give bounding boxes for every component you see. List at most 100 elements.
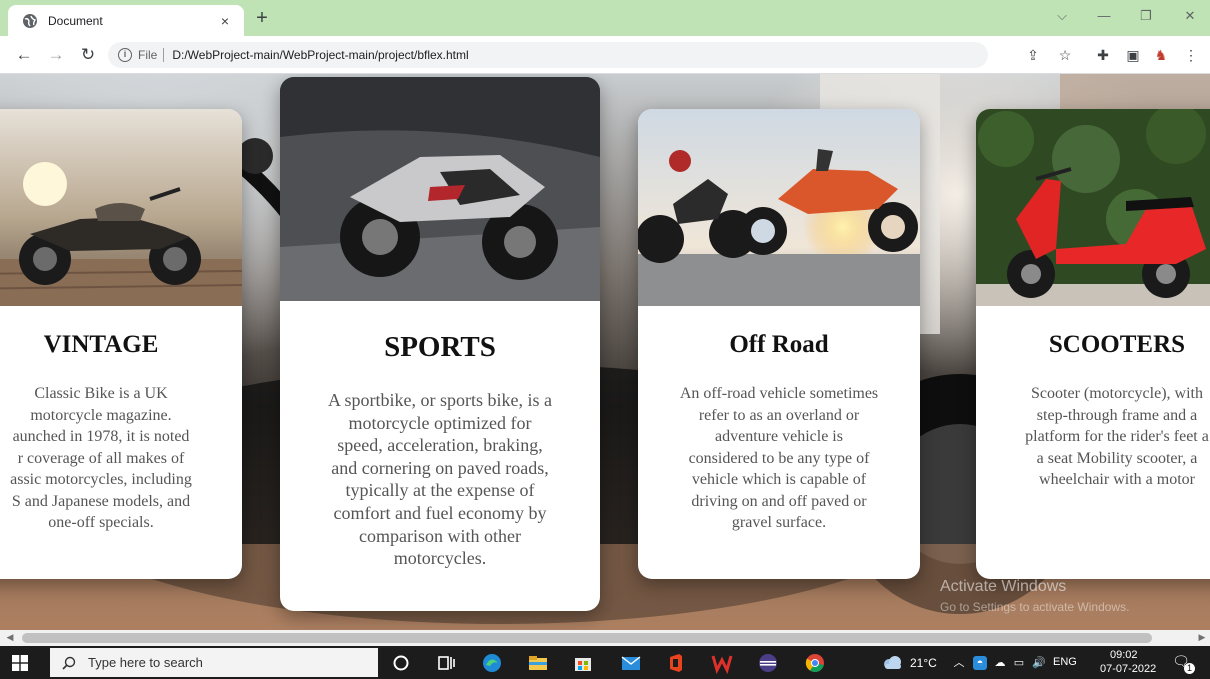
card-text-line: Scooter (motorcycle), with: [1031, 385, 1203, 402]
card-description: Classic Bike is a UK motorcycle magazine…: [0, 383, 242, 534]
card-text-line: assic motorcycles, including: [10, 471, 192, 488]
search-placeholder: Type here to search: [88, 655, 203, 670]
microsoft-store-icon[interactable]: [572, 652, 594, 674]
scroll-right-icon[interactable]: ▶: [1196, 632, 1208, 643]
wps-office-icon[interactable]: [711, 652, 733, 674]
activate-windows-title: Activate Windows: [940, 578, 1067, 595]
card-text-line: aunched in 1978, it is noted: [12, 428, 190, 445]
back-arrow-icon[interactable]: ←: [14, 45, 34, 65]
scrollbar-thumb[interactable]: [22, 633, 1152, 643]
card-text-line: considered to be any type of: [688, 449, 870, 467]
card-text-line: refer to as an overland or: [698, 406, 860, 424]
card-text-line: a seat Mobility scooter, a: [1036, 449, 1198, 467]
scooter-image: [976, 109, 1210, 306]
extensions-puzzle-icon[interactable]: ✚: [1094, 46, 1112, 64]
file-explorer-icon[interactable]: [527, 652, 549, 674]
card-text-line: An off-road vehicle sometimes: [679, 385, 879, 402]
volume-icon[interactable]: 🔊: [1032, 656, 1046, 670]
card-title: SPORTS: [384, 331, 496, 363]
network-app-icon[interactable]: ◓: [973, 656, 987, 670]
new-tab-button[interactable]: +: [252, 8, 272, 28]
tab-close-icon[interactable]: ×: [216, 13, 234, 29]
clock-date[interactable]: 07-07-2022: [1100, 663, 1156, 675]
card-text-line: step-through frame and a: [1036, 406, 1198, 424]
side-panel-icon[interactable]: ▣: [1124, 46, 1142, 64]
vintage-bike-image: [0, 109, 242, 306]
mail-icon[interactable]: [620, 652, 642, 674]
url-scheme: File: [138, 48, 158, 62]
url-separator: [163, 48, 165, 62]
card-title: Off Road: [729, 331, 829, 358]
windows-start-icon[interactable]: [12, 655, 28, 671]
reload-icon[interactable]: ↻: [78, 45, 98, 65]
url-text[interactable]: D:/WebProject-main/WebProject-main/proje…: [172, 48, 468, 62]
card-sports[interactable]: SPORTS A sportbike, or sports bike, is a…: [280, 77, 600, 611]
tab-title: Document: [48, 13, 103, 28]
card-text-line: Classic Bike is a UK: [34, 385, 168, 402]
card-description: A sportbike, or sports bike, is a motorc…: [280, 389, 600, 570]
edge-browser-icon[interactable]: [481, 652, 503, 674]
menu-kebab-icon[interactable]: ⋮: [1182, 46, 1200, 64]
card-text-line: motorcycles.: [393, 548, 487, 569]
browser-tab[interactable]: Document ×: [8, 5, 244, 36]
scroll-left-icon[interactable]: ◀: [4, 632, 16, 643]
card-text-line: vehicle which is capable of: [691, 471, 867, 488]
card-text-line: S and Japanese models, and: [11, 492, 191, 510]
page-viewport: VINTAGE Classic Bike is a UK motorcycle …: [0, 74, 1210, 630]
globe-icon: [23, 13, 37, 28]
close-window-icon[interactable]: ✕: [1180, 8, 1200, 24]
card-text-line: wheelchair with a motor: [1039, 471, 1195, 488]
off-road-bikes-image: [638, 109, 920, 306]
card-title: VINTAGE: [43, 331, 159, 358]
weather-cloud-icon[interactable]: [880, 653, 904, 673]
office-icon[interactable]: [665, 652, 687, 674]
minimize-icon[interactable]: —: [1094, 8, 1114, 23]
weather-temperature[interactable]: 21°C: [910, 656, 937, 670]
task-view-icon[interactable]: [435, 652, 457, 674]
network-monitor-icon[interactable]: ▭: [1012, 656, 1026, 670]
card-text-line: speed, acceleration, braking,: [337, 435, 543, 456]
card-text-line: A sportbike, or sports bike, is a: [328, 390, 552, 410]
card-description: An off-road vehicle sometimes refer to a…: [638, 383, 920, 534]
restore-icon[interactable]: ❐: [1136, 8, 1156, 24]
card-text-line: driving on and off paved or: [691, 492, 867, 510]
card-text-line: r coverage of all makes of: [17, 449, 185, 467]
eclipse-ide-icon[interactable]: [757, 652, 779, 674]
card-vintage[interactable]: VINTAGE Classic Bike is a UK motorcycle …: [0, 109, 242, 579]
language-indicator[interactable]: ENG: [1053, 656, 1077, 668]
tab-search-icon[interactable]: ⌵: [1052, 8, 1072, 24]
card-text-line: platform for the rider's feet a: [1025, 428, 1209, 445]
card-text-line: motorcycle optimized for: [348, 412, 532, 433]
show-hidden-icons-chevron-icon[interactable]: ︿: [952, 656, 966, 670]
card-off-road[interactable]: Off Road An off-road vehicle sometimes r…: [638, 109, 920, 579]
browser-toolbar: ← → ↻ i File D:/WebProject-main/WebProje…: [0, 36, 1210, 74]
card-text-line: adventure vehicle is: [715, 428, 843, 445]
cortana-icon[interactable]: [390, 652, 412, 674]
card-text-line: comparison with other: [359, 525, 521, 546]
notification-count-badge: 1: [1184, 663, 1195, 674]
profile-avatar-icon[interactable]: ♞: [1152, 46, 1170, 64]
search-icon: [62, 656, 76, 670]
card-text-line: one-off specials.: [48, 514, 154, 531]
forward-arrow-icon[interactable]: →: [46, 45, 66, 65]
share-icon[interactable]: ⇪: [1024, 46, 1042, 64]
card-text-line: comfort and fuel economy by: [333, 502, 547, 523]
card-description: Scooter (motorcycle), with step-through …: [976, 383, 1210, 491]
chrome-icon[interactable]: [804, 652, 826, 674]
sports-bike-image: [280, 77, 600, 301]
address-bar[interactable]: i File D:/WebProject-main/WebProject-mai…: [108, 42, 988, 68]
onedrive-cloud-icon[interactable]: ☁: [993, 656, 1007, 670]
taskbar-search[interactable]: Type here to search: [50, 648, 378, 677]
tab-strip: Document × + ⌵ — ❐ ✕: [0, 0, 1210, 36]
card-text-line: gravel surface.: [731, 514, 827, 531]
bookmark-star-icon[interactable]: ☆: [1056, 46, 1074, 64]
horizontal-scrollbar[interactable]: ◀ ▶: [0, 630, 1210, 646]
card-text-line: typically at the expense of: [345, 480, 535, 501]
windows-taskbar: Type here to search 21°C ︿ ◓ ☁ ▭ 🔊 ENG 0…: [0, 646, 1210, 679]
card-text-line: motorcycle magazine.: [30, 406, 172, 424]
activate-windows-subtitle: Go to Settings to activate Windows.: [940, 600, 1130, 614]
info-icon[interactable]: i: [118, 48, 132, 62]
card-title: SCOOTERS: [1048, 331, 1186, 358]
card-scooters[interactable]: SCOOTERS Scooter (motorcycle), with step…: [976, 109, 1210, 579]
clock-time[interactable]: 09:02: [1110, 649, 1138, 661]
